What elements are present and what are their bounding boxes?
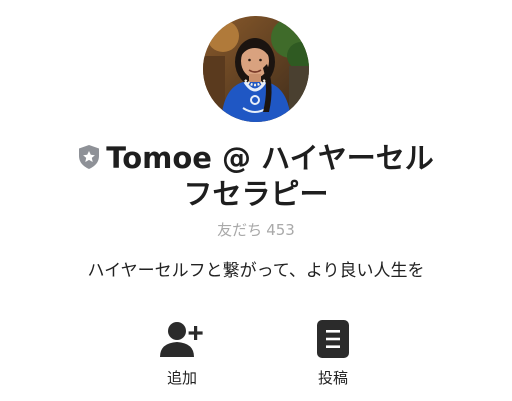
posts-icon-wrap bbox=[293, 318, 373, 360]
add-friend-label: 追加 bbox=[166, 369, 197, 387]
add-friend-button[interactable]: 追加 bbox=[142, 318, 222, 388]
add-friend-icon bbox=[160, 322, 203, 357]
account-name-text-1: Tomoe @ ハイヤーセル bbox=[106, 141, 434, 175]
profile-page: Tomoe @ ハイヤーセル フセラピー 友だち 453 ハイヤーセルフと繋がって… bbox=[0, 0, 512, 401]
friends-count: 友だち 453 bbox=[0, 219, 512, 240]
add-friend-icon-wrap bbox=[142, 318, 222, 360]
friends-label: 友だち bbox=[217, 221, 263, 239]
account-name-line-1: Tomoe @ ハイヤーセル bbox=[56, 140, 456, 176]
account-name-line-2: フセラピー bbox=[183, 177, 329, 211]
posts-label: 投稿 bbox=[317, 369, 348, 387]
avatar-photo bbox=[203, 16, 309, 122]
verified-shield-icon bbox=[79, 145, 100, 169]
status-message: ハイヤーセルフと繋がって、より良い人生を bbox=[87, 261, 425, 281]
friends-number: 453 bbox=[266, 221, 295, 239]
profile-avatar[interactable] bbox=[203, 16, 309, 122]
account-name: Tomoe @ ハイヤーセル フセラピー bbox=[56, 140, 456, 212]
posts-button[interactable]: 投稿 bbox=[293, 318, 373, 388]
posts-icon bbox=[317, 320, 349, 358]
